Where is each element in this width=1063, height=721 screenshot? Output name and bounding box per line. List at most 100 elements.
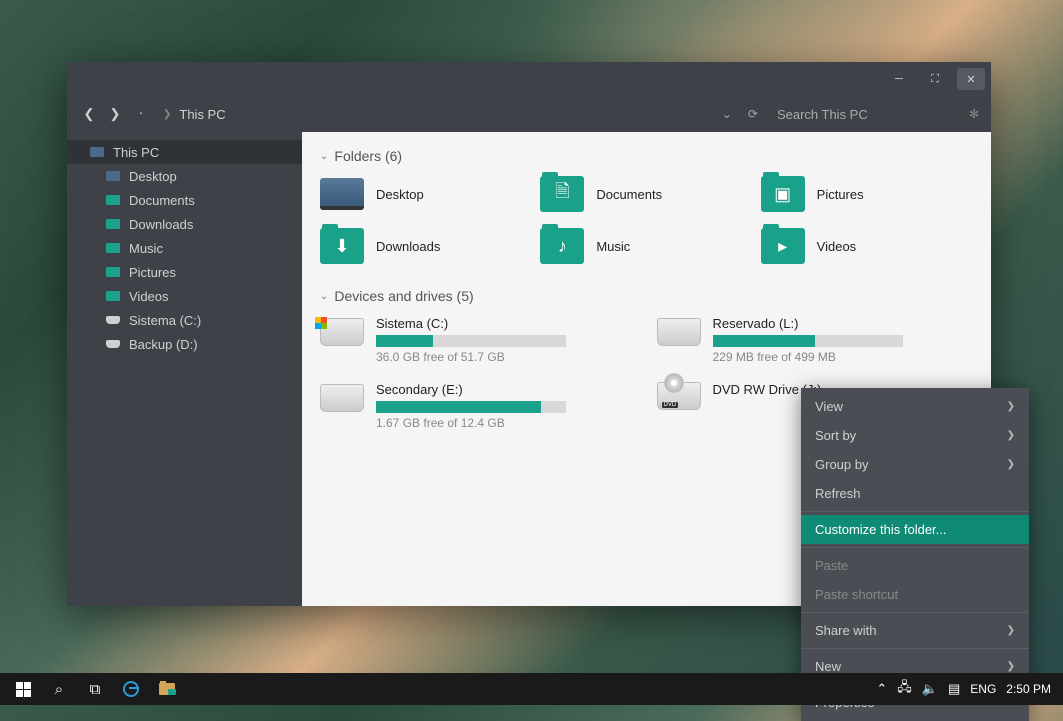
submenu-arrow-icon: ❯ xyxy=(1007,430,1015,441)
sidebar-item-pictures[interactable]: Pictures xyxy=(67,260,302,284)
submenu-arrow-icon: ❯ xyxy=(1007,459,1015,470)
folder-label: Music xyxy=(596,239,630,254)
folder-icon: 🗎 xyxy=(540,176,584,212)
tray-chevron-icon[interactable]: ⌃ xyxy=(876,681,887,697)
menu-separator xyxy=(801,511,1029,512)
hard-drive-icon xyxy=(657,318,701,346)
drive-usage-bar xyxy=(376,401,566,413)
task-view-button[interactable]: ⧉ xyxy=(78,673,112,705)
taskbar: ⌕ ⧉ ⌃ 🖧 🔈 ▤ ENG 2:50 PM xyxy=(0,673,1063,705)
folder-label: Downloads xyxy=(376,239,440,254)
menu-item-sort-by[interactable]: Sort by ❯ xyxy=(801,421,1029,450)
menu-separator xyxy=(801,612,1029,613)
folder-downloads[interactable]: ⬇Downloads xyxy=(320,228,532,264)
close-button[interactable]: ✕ xyxy=(957,68,985,90)
refresh-icon[interactable]: ⟳ xyxy=(743,107,763,121)
folder-label: Videos xyxy=(817,239,857,254)
sidebar-item-label: Backup (D:) xyxy=(129,337,198,352)
breadcrumb[interactable]: ❯ This PC xyxy=(163,107,226,122)
folder-icon: ▸ xyxy=(761,228,805,264)
folder-icon xyxy=(105,242,121,254)
menu-item-share-with[interactable]: Share with ❯ xyxy=(801,616,1029,645)
sidebar-item-sistema-c-[interactable]: Sistema (C:) xyxy=(67,308,302,332)
windows-logo-icon xyxy=(16,682,31,697)
drives-group-header[interactable]: ⌄ Devices and drives (5) xyxy=(320,288,973,304)
volume-icon[interactable]: 🔈 xyxy=(922,681,938,697)
submenu-arrow-icon: ❯ xyxy=(1007,625,1015,636)
drive-reservado-l-[interactable]: Reservado (L:)229 MB free of 499 MB xyxy=(657,316,974,364)
edge-button[interactable] xyxy=(114,673,148,705)
edge-icon xyxy=(123,681,139,697)
folder-icon xyxy=(105,266,121,278)
drive-free-text: 229 MB free of 499 MB xyxy=(713,350,974,364)
folders-group-title: Folders (6) xyxy=(334,148,402,164)
action-center-icon[interactable]: ▤ xyxy=(948,681,960,697)
drive-icon xyxy=(105,314,121,326)
search-button[interactable]: ⌕ xyxy=(42,673,76,705)
folder-label: Documents xyxy=(596,187,662,202)
folder-label: Pictures xyxy=(817,187,864,202)
folder-icon xyxy=(105,194,121,206)
folder-icon xyxy=(105,218,121,230)
folder-icon xyxy=(159,683,175,695)
menu-item-label: Share with xyxy=(815,623,876,638)
start-button[interactable] xyxy=(6,673,40,705)
network-icon[interactable]: 🖧 xyxy=(897,678,912,700)
sidebar-item-music[interactable]: Music xyxy=(67,236,302,260)
submenu-arrow-icon: ❯ xyxy=(1007,661,1015,672)
drive-free-text: 36.0 GB free of 51.7 GB xyxy=(376,350,637,364)
drive-icon xyxy=(105,338,121,350)
gear-icon[interactable]: ✻ xyxy=(969,107,979,121)
menu-item-label: Group by xyxy=(815,457,868,472)
folder-pictures[interactable]: ▣ Pictures xyxy=(761,176,973,212)
maximize-button[interactable]: ⛶ xyxy=(921,68,949,90)
drive-name: Sistema (C:) xyxy=(376,316,637,331)
recent-dropdown[interactable]: ▪ xyxy=(131,111,151,117)
sidebar-item-label: Desktop xyxy=(129,169,177,184)
sidebar-item-desktop[interactable]: Desktop xyxy=(67,164,302,188)
back-button[interactable]: ❮ xyxy=(79,106,99,122)
explorer-button[interactable] xyxy=(150,673,184,705)
dropdown-icon[interactable]: ⌄ xyxy=(717,107,737,121)
folders-group-header[interactable]: ⌄ Folders (6) xyxy=(320,148,973,164)
desktop-icon xyxy=(320,178,364,210)
folder-icon: ▣ xyxy=(761,176,805,212)
menu-item-view[interactable]: View❯ xyxy=(801,392,1029,421)
sidebar-item-this-pc[interactable]: This PC xyxy=(67,140,302,164)
monitor-icon xyxy=(89,146,105,158)
sidebar-item-backup-d-[interactable]: Backup (D:) xyxy=(67,332,302,356)
menu-item-label: Sort by xyxy=(815,428,856,443)
sidebar-item-label: Music xyxy=(129,241,163,256)
minimize-button[interactable]: ─ xyxy=(885,68,913,90)
language-indicator[interactable]: ENG xyxy=(970,682,996,696)
chevron-down-icon: ⌄ xyxy=(320,151,328,162)
forward-button[interactable]: ❯ xyxy=(105,106,125,122)
hard-drive-icon xyxy=(320,384,364,412)
context-menu: View❯ Sort by ❯ Group by ❯ Refresh Customize t… xyxy=(801,388,1029,721)
folder-videos[interactable]: ▸ Videos xyxy=(761,228,973,264)
search-input[interactable]: Search This PC xyxy=(769,103,959,126)
dvd-icon xyxy=(657,382,701,410)
drive-sistema-c-[interactable]: Sistema (C:) 36.0 GB free of 51.7 GB xyxy=(320,316,637,364)
clock[interactable]: 2:50 PM xyxy=(1006,682,1051,696)
sidebar-item-videos[interactable]: Videos xyxy=(67,284,302,308)
chevron-right-icon: ❯ xyxy=(163,109,171,120)
sidebar-item-label: Documents xyxy=(129,193,195,208)
drive-name: Secondary (E:) xyxy=(376,382,637,397)
menu-item-group-by[interactable]: Group by ❯ xyxy=(801,450,1029,479)
hard-drive-icon xyxy=(320,318,364,346)
sidebar-item-documents[interactable]: Documents xyxy=(67,188,302,212)
menu-item-refresh[interactable]: Refresh xyxy=(801,479,1029,508)
folder-music[interactable]: ♪ Music xyxy=(540,228,752,264)
menu-item-label: Paste xyxy=(815,558,848,573)
drives-group-title: Devices and drives (5) xyxy=(334,288,473,304)
folder-desktop[interactable]: Desktop xyxy=(320,176,532,212)
sidebar-item-label: Downloads xyxy=(129,217,193,232)
sidebar-item-label: Videos xyxy=(129,289,169,304)
sidebar-item-label: Pictures xyxy=(129,265,176,280)
folder-icon: ♪ xyxy=(540,228,584,264)
sidebar-item-downloads[interactable]: Downloads xyxy=(67,212,302,236)
drive-secondary-e-[interactable]: Secondary (E:)1.67 GB free of 12.4 GB xyxy=(320,382,637,430)
folder-documents[interactable]: 🗎 Documents xyxy=(540,176,752,212)
menu-item-customize-this-folder-[interactable]: Customize this folder... xyxy=(801,515,1029,544)
